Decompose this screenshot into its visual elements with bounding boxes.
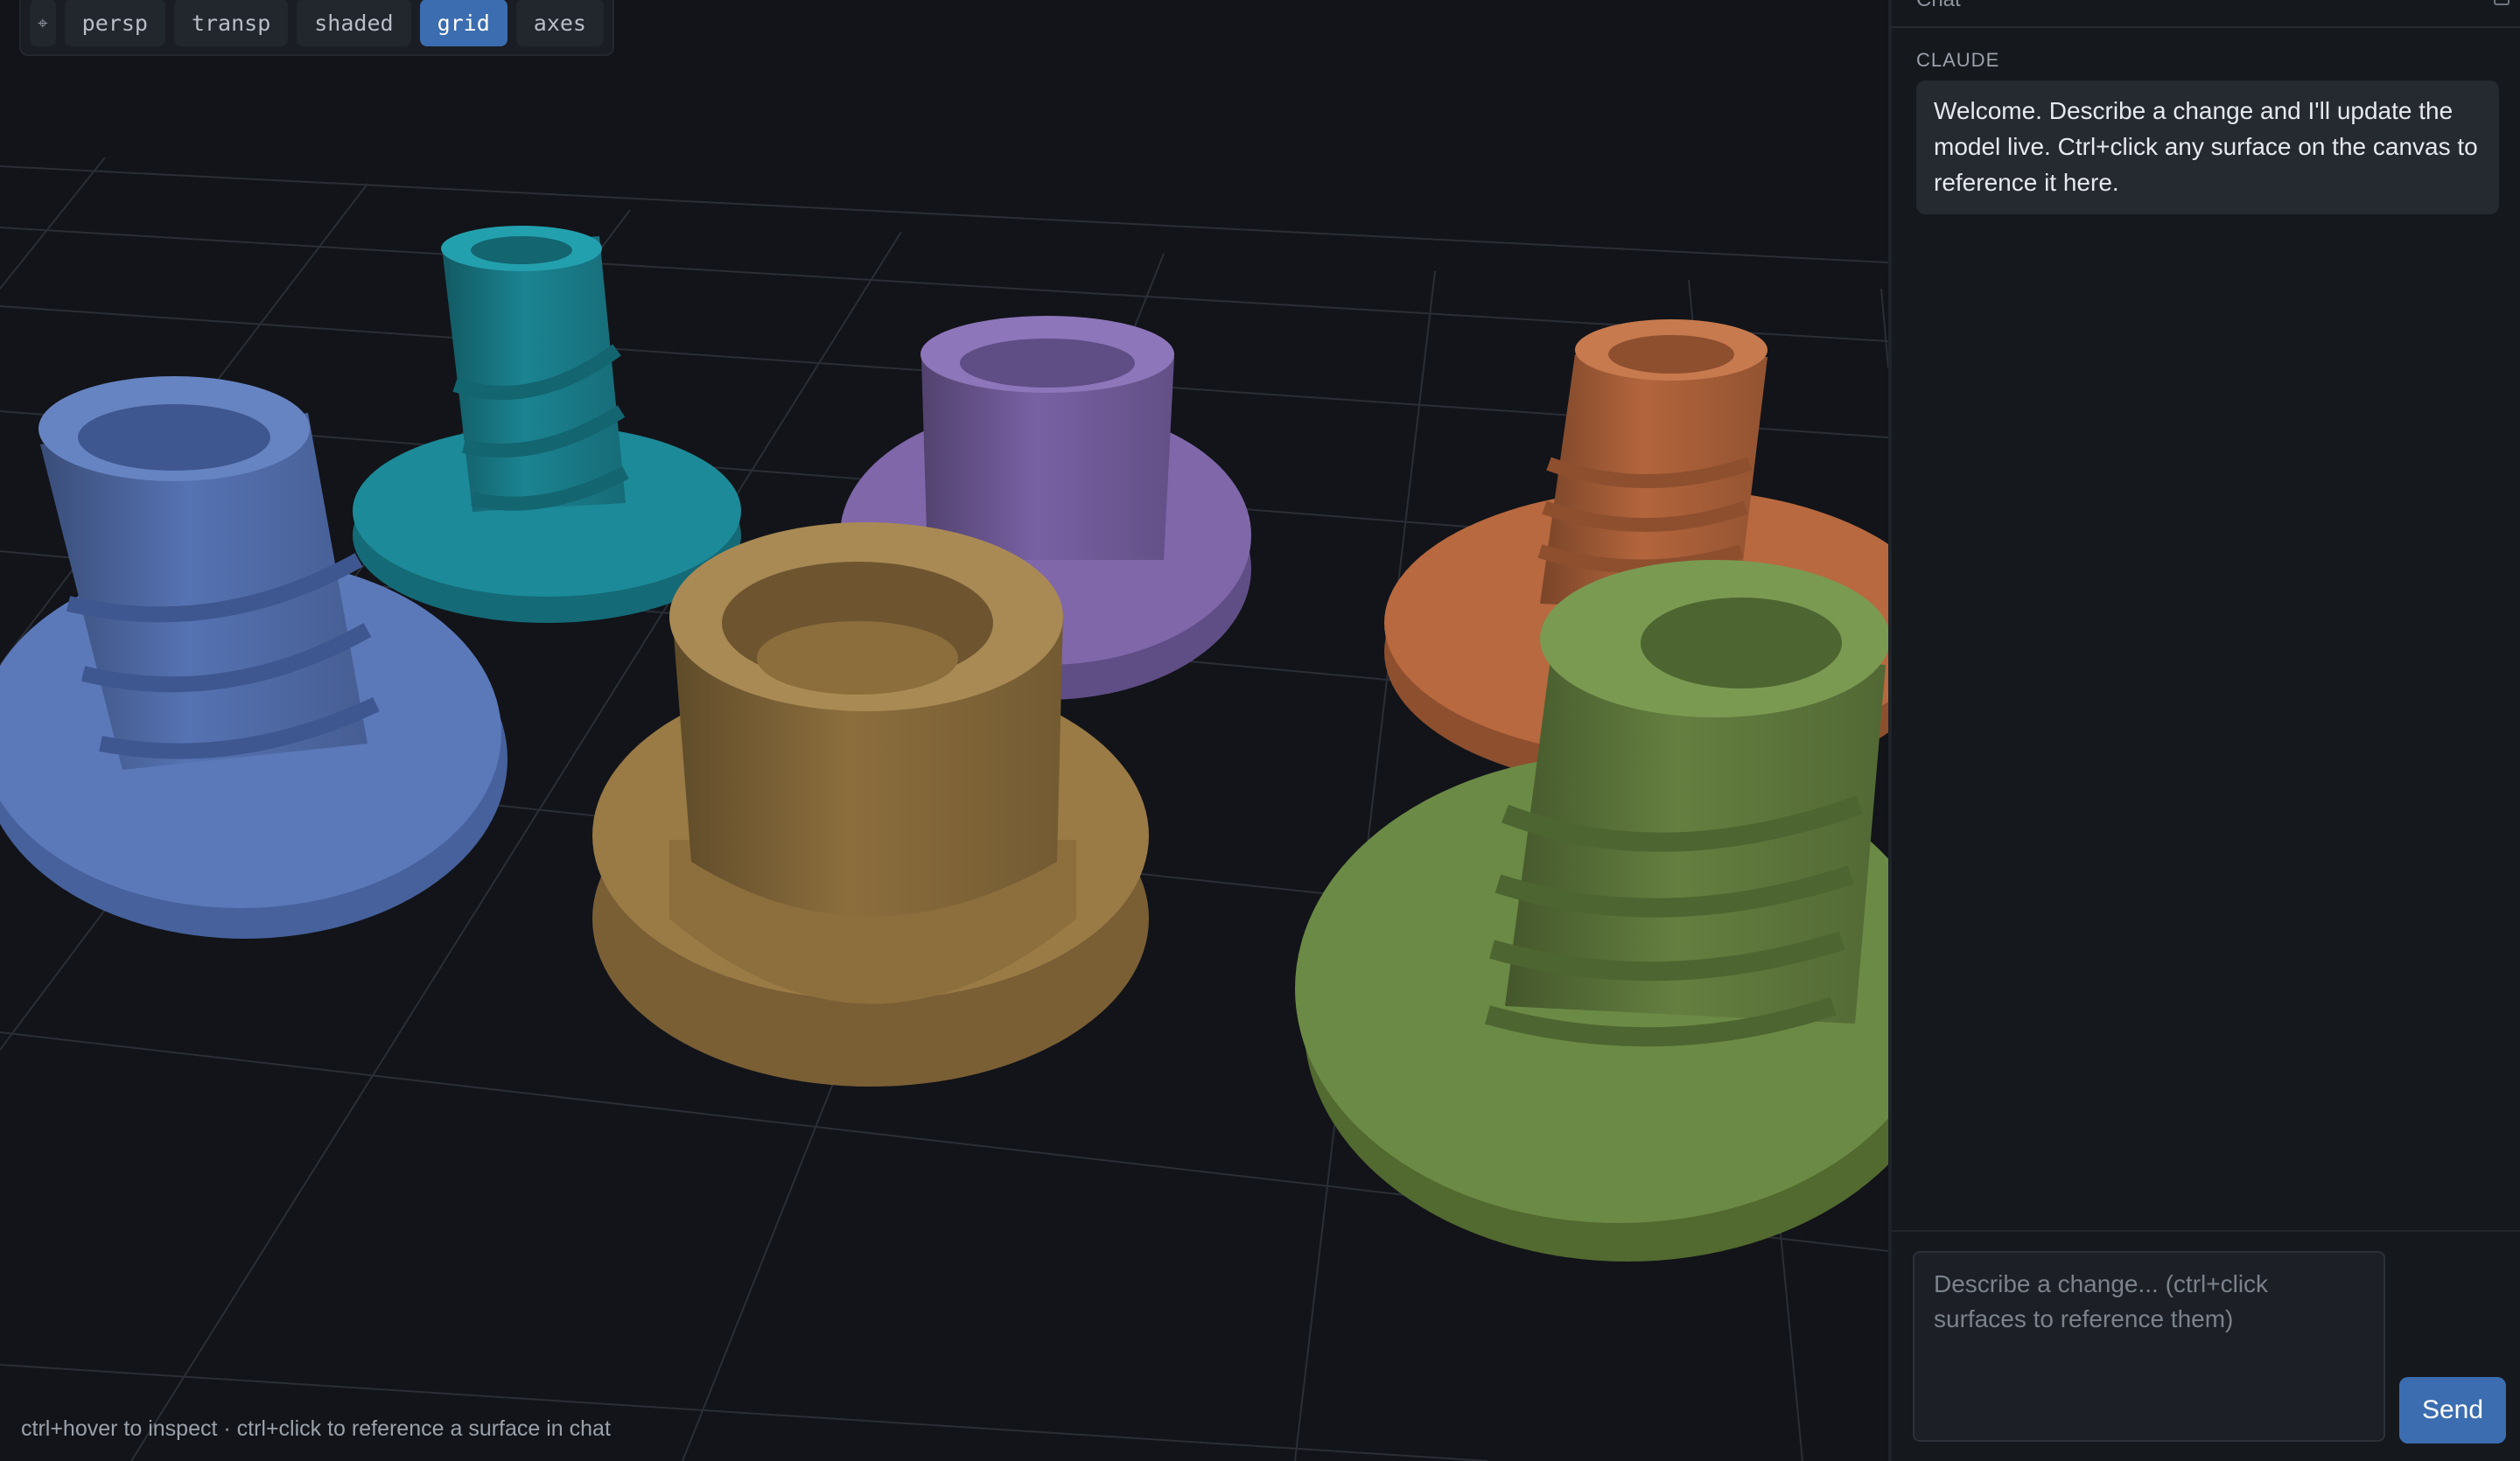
model-canvas[interactable]	[0, 0, 1888, 1461]
toolbar-button-shaded[interactable]: shaded	[297, 0, 411, 46]
view-toolbar: ⌖ persp transp shaded grid axes	[19, 0, 614, 56]
crosshair-icon[interactable]: ⌖	[30, 0, 56, 46]
message-bubble: Welcome. Describe a change and I'll upda…	[1916, 80, 2499, 214]
viewport-hint: ctrl+hover to inspect · ctrl+click to re…	[21, 1416, 611, 1441]
collapse-icon[interactable]	[2494, 0, 2510, 5]
model-part-teal[interactable]	[353, 226, 741, 623]
chat-input[interactable]	[1913, 1251, 2385, 1442]
send-button[interactable]: Send	[2399, 1377, 2506, 1444]
3d-viewport[interactable]: ⌖ persp transp shaded grid axes ctrl+hov…	[0, 0, 1888, 1461]
message-author: CLAUDE	[1916, 49, 2000, 71]
chat-title: Chat	[1916, 0, 1961, 12]
chat-header: Chat	[1892, 0, 2520, 28]
toolbar-button-persp[interactable]: persp	[64, 0, 165, 46]
toolbar-button-grid[interactable]: grid	[419, 0, 508, 46]
toolbar-button-axes[interactable]: axes	[515, 0, 604, 46]
composer-divider	[1892, 1230, 2520, 1232]
chat-panel: Chat CLAUDE Welcome. Describe a change a…	[1888, 0, 2520, 1461]
toolbar-button-transp[interactable]: transp	[173, 0, 289, 46]
model-part-green[interactable]	[1295, 560, 1888, 1262]
